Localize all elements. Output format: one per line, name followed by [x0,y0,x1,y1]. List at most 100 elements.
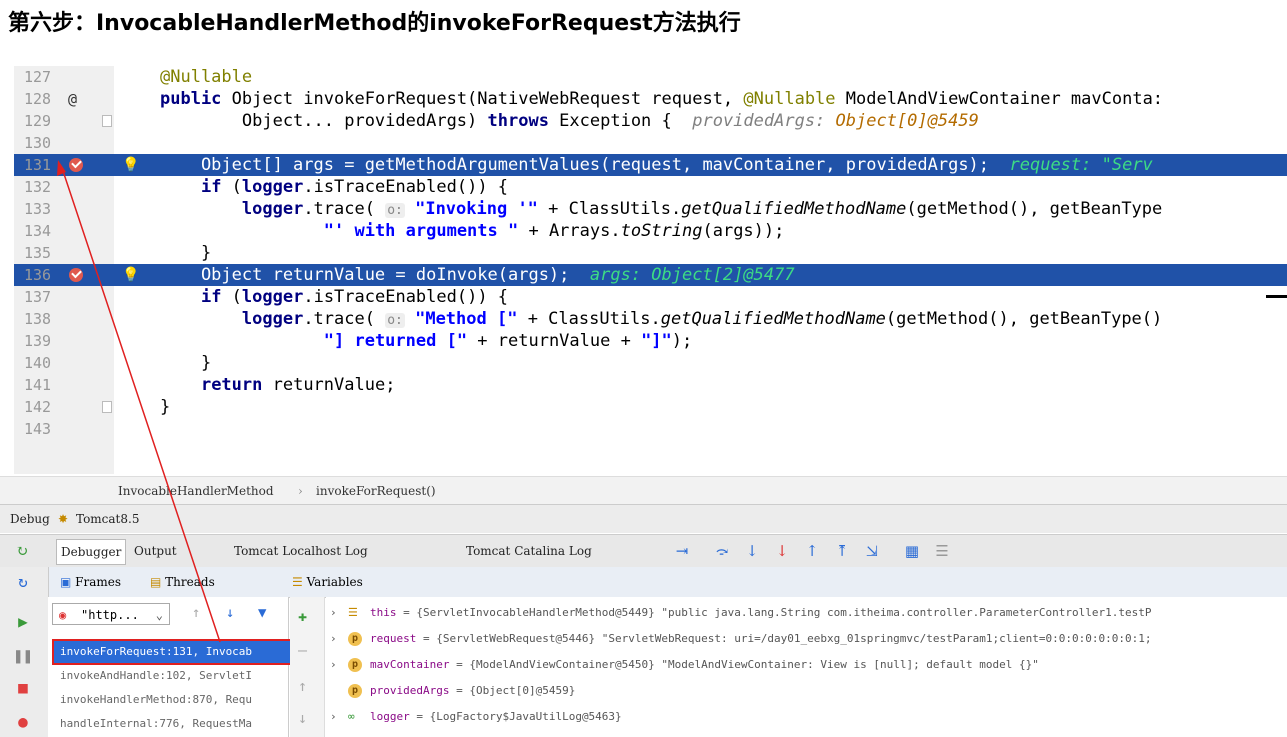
breakpoint-icon[interactable] [69,158,83,172]
breadcrumb-separator: › [298,484,303,498]
code-text: } [160,397,171,417]
lightbulb-icon[interactable]: 💡 [122,155,139,175]
tab-tomcat-catalina-log[interactable]: Tomcat Catalina Log [462,539,596,563]
breadcrumb: InvocableHandlerMethod › invokeForReques… [0,476,1287,505]
code-line[interactable]: 138 logger.trace( o: "Method [" + ClassU… [14,308,1287,330]
code-line-highlighted[interactable]: 136 💡 Object returnValue = doInvoke(args… [14,264,1287,286]
code-text: if (logger.isTraceEnabled()) { [200,177,509,197]
line-number: 142 [24,398,52,416]
line-number: 129 [24,112,52,130]
line-number: 127 [24,68,52,86]
frame-item-selected[interactable]: invokeForRequest:131, Invocab [52,639,294,665]
line-number: 133 [24,200,52,218]
code-line[interactable]: 133 logger.trace( o: "Invoking '" + Clas… [14,198,1287,220]
code-line-highlighted[interactable]: 131 💡 Object[] args = getMethodArgumentV… [14,154,1287,176]
move-up-icon[interactable]: ↑ [298,677,307,695]
override-marker-icon[interactable]: @ [68,88,77,110]
code-text: "' with arguments " + Arrays.toString(ar… [323,221,785,241]
breadcrumb-method[interactable]: invokeForRequest() [316,477,436,505]
line-number: 134 [24,222,52,240]
code-line[interactable]: 132 if (logger.isTraceEnabled()) { [14,176,1287,198]
line-number: 130 [24,134,52,152]
code-text: } [200,353,212,373]
remove-watch-icon[interactable]: — [298,641,307,659]
code-line[interactable]: 142 } [14,396,1287,418]
run-config-tab[interactable]: Tomcat8.5 [76,505,139,533]
code-line[interactable]: 140 } [14,352,1287,374]
frame-item[interactable]: handleInternal:776, RequestMa [54,713,292,735]
field-icon: ☰ [348,606,358,619]
chevron-right-icon[interactable]: › [330,705,337,729]
frame-item[interactable]: invokeAndHandle:102, ServletI [54,665,292,687]
tomcat-icon: ✸ [58,512,69,526]
step-over-icon[interactable]: ⤼ [712,541,732,561]
code-line[interactable]: 134 "' with arguments " + Arrays.toStrin… [14,220,1287,242]
chevron-right-icon[interactable]: › [330,653,337,677]
variables-header: ☰ Variables [292,575,363,589]
line-number: 138 [24,310,52,328]
code-line[interactable]: 143 [14,418,1287,440]
resume-icon[interactable]: ▶ [12,611,34,633]
fold-icon[interactable] [102,115,112,127]
code-text: logger.trace( o: "Invoking '" + ClassUti… [241,199,1163,219]
code-line[interactable]: 139 "] returned [" + returnValue + "]"); [14,330,1287,352]
breadcrumb-class[interactable]: InvocableHandlerMethod [118,477,274,505]
thread-select[interactable]: ◉ "http... ⌄ [52,603,170,625]
code-line[interactable]: 127 @Nullable [14,66,1287,88]
code-line[interactable]: 137 if (logger.isTraceEnabled()) { [14,286,1287,308]
debug-label: Debug [10,512,50,526]
code-line[interactable]: 135 } [14,242,1287,264]
restart-icon[interactable]: ↻ [12,571,34,593]
code-editor[interactable]: 127 @Nullable 128 @ public Object invoke… [14,66,1287,474]
code-line[interactable]: 141 return returnValue; [14,374,1287,396]
frames-panel: ◉ "http... ⌄ ↑ ↓ ▼ invokeForRequest:131,… [48,597,294,737]
chevron-down-icon: ⌄ [155,608,163,622]
breakpoint-icon[interactable] [69,268,83,282]
drop-frame-icon[interactable]: ⤒ [832,541,852,561]
chevron-right-icon[interactable]: › [330,627,337,651]
down-arrow-icon[interactable]: ↓ [226,605,234,621]
step-out-icon[interactable]: ↑ [802,541,822,561]
debug-toolwindow-header: Debug ✸ Tomcat8.5 [0,504,1287,533]
evaluate-expression-icon[interactable]: ▦ [902,541,922,561]
force-step-into-icon[interactable]: ↓ [772,541,792,561]
line-number: 137 [24,288,52,306]
fold-icon[interactable] [102,401,112,413]
tab-tomcat-localhost-log[interactable]: Tomcat Localhost Log [230,539,372,563]
code-line[interactable]: 129 Object... providedArgs) throws Excep… [14,110,1287,132]
tab-output[interactable]: Output [130,539,181,563]
up-arrow-icon[interactable]: ↑ [192,605,200,621]
chevron-right-icon[interactable]: › [330,601,337,625]
code-line[interactable]: 130 [14,132,1287,154]
threads-tab[interactable]: ▤ Threads [150,567,215,597]
line-number: 143 [24,420,52,438]
pause-icon[interactable]: ❚❚ [12,645,34,667]
debugger-panels-header: ▣ Frames ▤ Threads ☰ Variables [0,567,1287,598]
code-text: } [200,243,212,263]
debug-side-toolbar: ↻ ▶ ❚❚ ■ ● [0,567,49,737]
run-to-cursor-icon[interactable]: ⇲ [862,541,882,561]
variables-panel: › ☰ this = {ServletInvocableHandlerMetho… [326,597,1287,737]
variables-toolbar: ✚ — ↑ ↓ [290,597,325,737]
view-breakpoints-icon[interactable]: ● [12,711,34,733]
move-down-icon[interactable]: ↓ [298,709,307,727]
tab-debugger[interactable]: Debugger [56,539,127,565]
filter-icon[interactable]: ▼ [258,605,266,621]
parameter-icon: p [348,684,362,698]
trace-icon[interactable]: ☰ [932,541,952,561]
code-line[interactable]: 128 @ public Object invokeForRequest(Nat… [14,88,1287,110]
stop-icon[interactable]: ■ [12,677,34,699]
code-text: Object... providedArgs) throws Exception… [160,111,979,131]
code-text: public Object invokeForRequest(NativeWeb… [160,89,1164,109]
step-into-icon[interactable]: ↓ [742,541,762,561]
new-watch-icon[interactable]: ✚ [298,607,307,625]
show-execution-point-icon[interactable]: ⇥ [672,541,692,561]
lightbulb-icon[interactable]: 💡 [122,265,139,285]
line-number: 135 [24,244,52,262]
rerun-icon[interactable]: ↻ [12,541,32,561]
code-text: @Nullable [160,67,253,87]
frame-item[interactable]: invokeHandlerMethod:870, Requ [54,689,292,711]
debugger-tabs-bar: ↻ Debugger Output Tomcat Localhost Log T… [0,534,1287,568]
parameter-icon: p [348,658,362,672]
frames-tab[interactable]: ▣ Frames [60,567,121,597]
